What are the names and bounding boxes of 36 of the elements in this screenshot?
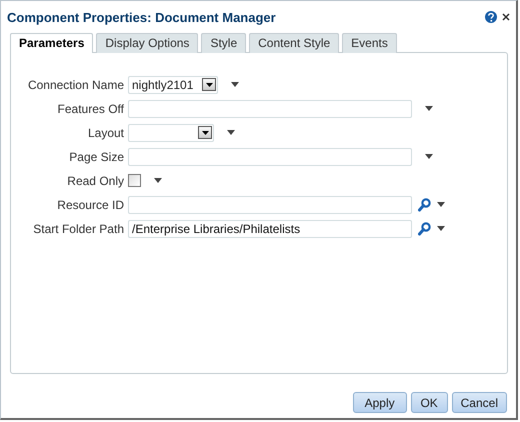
tab[interactable]: Style: [201, 33, 246, 53]
field-label: Start Folder Path: [32, 222, 124, 236]
input-field[interactable]: [128, 148, 412, 166]
field-label: Read Only: [66, 174, 124, 188]
input-field[interactable]: [128, 196, 412, 214]
search-icon[interactable]: [418, 222, 431, 236]
search-icon[interactable]: [418, 198, 431, 212]
select-field[interactable]: [128, 124, 214, 142]
dropdown-caret-icon[interactable]: [425, 154, 433, 159]
caret-icon: [202, 130, 208, 134]
dropdown-caret-icon[interactable]: [231, 82, 239, 87]
close-icon[interactable]: [502, 13, 510, 21]
help-icon[interactable]: [485, 11, 497, 23]
field-label: Layout: [86, 126, 124, 140]
input-field[interactable]: [128, 100, 412, 118]
dropdown-caret-icon[interactable]: [154, 178, 162, 183]
tab[interactable]: Events: [342, 33, 397, 53]
dialog-button[interactable]: Apply: [352, 392, 407, 413]
tab[interactable]: Display Options: [96, 33, 198, 53]
field-label: Resource ID: [56, 198, 124, 212]
input-field[interactable]: /Enterprise Libraries/Philatelists: [128, 220, 412, 238]
select-field[interactable]: nightly2101: [128, 76, 218, 94]
dropdown-caret-icon[interactable]: [425, 106, 433, 111]
window-title: Component Properties: Document Manager: [7, 10, 277, 24]
field-label: Page Size: [68, 150, 124, 164]
dropdown-caret-icon[interactable]: [437, 226, 445, 231]
field-label: Features Off: [56, 102, 124, 116]
tab[interactable]: Parameters: [10, 33, 94, 53]
field-label: Connection Name: [26, 78, 124, 92]
dropdown-caret-icon[interactable]: [437, 202, 445, 207]
tab[interactable]: Content Style: [249, 33, 340, 53]
caret-icon: [206, 82, 212, 86]
dialog-button[interactable]: OK: [410, 392, 448, 413]
checkbox[interactable]: [128, 174, 141, 187]
dropdown-caret-icon[interactable]: [227, 130, 235, 135]
dialog-button[interactable]: Cancel: [452, 392, 507, 413]
